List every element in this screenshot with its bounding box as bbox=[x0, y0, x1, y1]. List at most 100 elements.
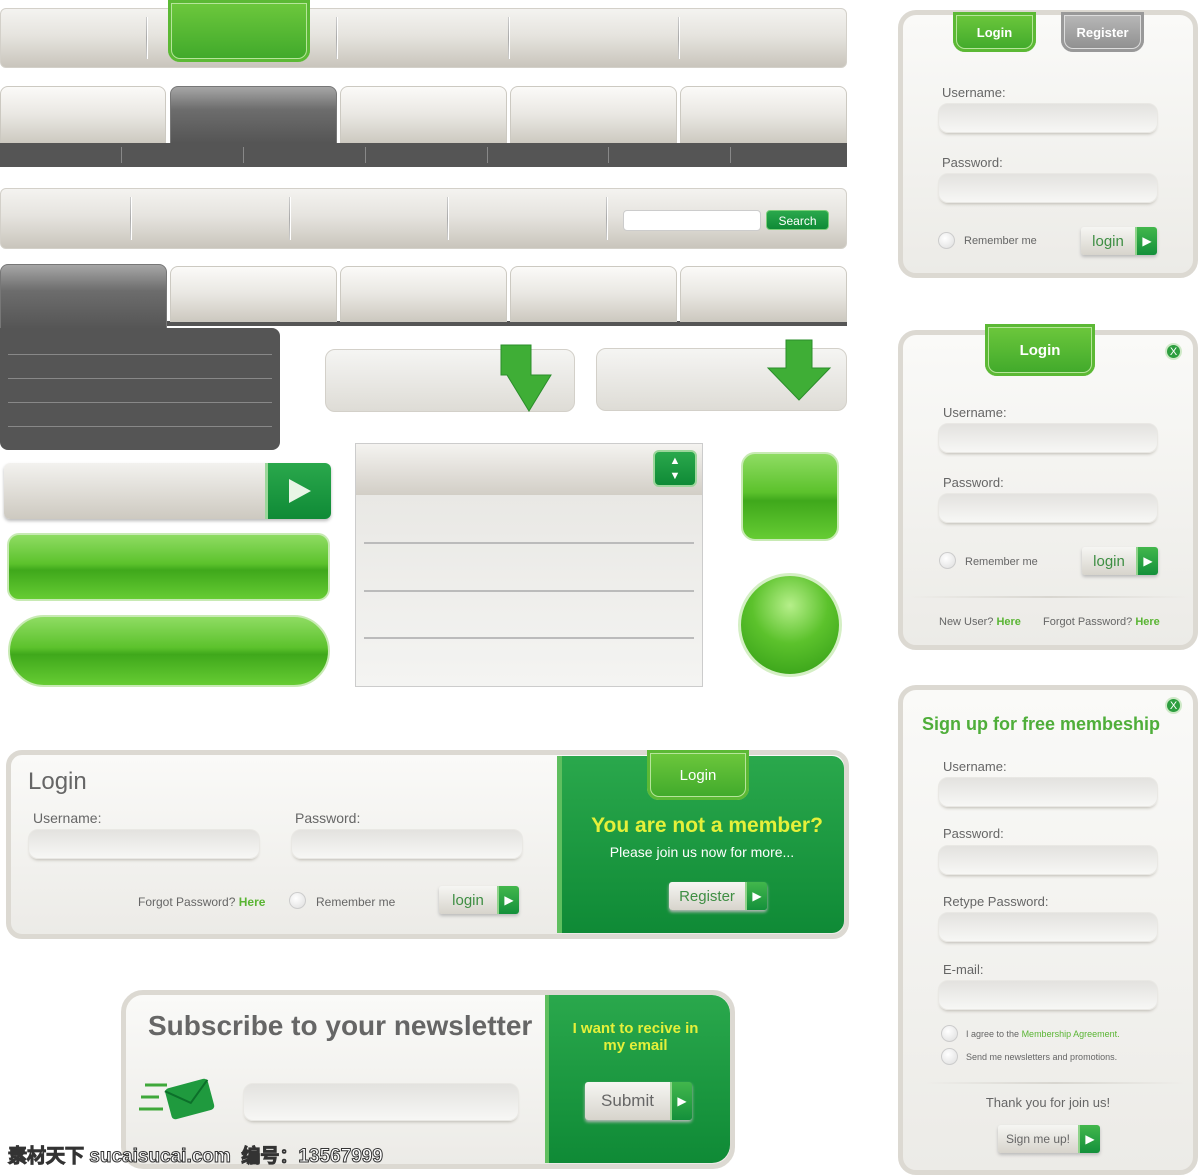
agree-label: I agree to the Membership Agreement. bbox=[966, 1029, 1120, 1039]
login-button[interactable]: login ▶ bbox=[1082, 547, 1158, 575]
select-option[interactable] bbox=[364, 542, 694, 544]
member-subtext: Please join us now for more... bbox=[609, 844, 795, 860]
dropdown-item[interactable] bbox=[8, 426, 272, 427]
retype-password-input[interactable] bbox=[938, 912, 1158, 942]
thanks-text: Thank you for join us! bbox=[985, 1095, 1111, 1110]
username-label: Username: bbox=[942, 85, 1006, 100]
select-option[interactable] bbox=[364, 590, 694, 592]
select-header[interactable] bbox=[356, 444, 702, 495]
email-label: E-mail: bbox=[943, 962, 984, 977]
new-user-link[interactable]: Here bbox=[996, 616, 1020, 628]
submit-button[interactable]: Submit ▶ bbox=[585, 1082, 692, 1120]
remember-label: Remember me bbox=[965, 556, 1038, 568]
newsletter-title: Subscribe to your newsletter bbox=[148, 1010, 533, 1041]
green-button-wide[interactable] bbox=[7, 533, 330, 601]
remember-label: Remember me bbox=[316, 895, 396, 909]
remember-radio[interactable] bbox=[938, 232, 955, 249]
register-button[interactable]: Register ▶ bbox=[669, 882, 767, 910]
login-panel bbox=[898, 330, 1198, 650]
password-input[interactable] bbox=[938, 845, 1158, 875]
newsletter-radio[interactable] bbox=[941, 1048, 958, 1065]
tab-login[interactable]: Login bbox=[953, 12, 1036, 52]
sign-up-button[interactable]: Sign me up! ▶ bbox=[998, 1125, 1100, 1153]
dropdown-item[interactable] bbox=[8, 354, 272, 355]
play-icon: ▶ bbox=[1078, 1125, 1100, 1153]
search-input[interactable] bbox=[623, 210, 761, 231]
tab-register[interactable]: Register bbox=[1061, 12, 1144, 52]
green-round-button[interactable] bbox=[738, 573, 842, 677]
password-input[interactable] bbox=[291, 829, 523, 859]
remember-radio[interactable] bbox=[289, 892, 306, 909]
green-square-button[interactable] bbox=[741, 452, 839, 541]
login-title: Login bbox=[28, 768, 87, 795]
tab-row4-3[interactable] bbox=[340, 266, 507, 322]
play-icon: ▶ bbox=[670, 1082, 692, 1120]
close-icon[interactable]: X bbox=[1165, 697, 1182, 714]
tab-5[interactable] bbox=[680, 86, 847, 144]
dropdown-item[interactable] bbox=[8, 378, 272, 379]
navbar-1 bbox=[0, 8, 847, 68]
tab-3[interactable] bbox=[340, 86, 507, 144]
username-label: Username: bbox=[33, 810, 102, 826]
divider bbox=[925, 1082, 1185, 1084]
forgot-password: Forgot Password? Here bbox=[138, 895, 265, 909]
close-icon[interactable]: X bbox=[1165, 343, 1182, 360]
email-input[interactable] bbox=[938, 980, 1158, 1010]
forgot-text: Forgot Password? bbox=[138, 895, 236, 909]
retype-password-label: Retype Password: bbox=[943, 894, 1049, 909]
forgot-password: Forgot Password? Here bbox=[1043, 616, 1160, 628]
password-label: Password: bbox=[943, 826, 1004, 841]
dropdown-item[interactable] bbox=[8, 402, 272, 403]
remember-label: Remember me bbox=[964, 235, 1037, 247]
remember-radio[interactable] bbox=[939, 552, 956, 569]
new-user: New User? Here bbox=[939, 616, 1021, 628]
forgot-link[interactable]: Here bbox=[1135, 616, 1159, 628]
username-input[interactable] bbox=[938, 423, 1158, 453]
play-icon bbox=[288, 479, 311, 503]
login-ribbon[interactable]: Login bbox=[647, 750, 749, 800]
login-ribbon: Login bbox=[985, 324, 1095, 376]
envelope-icon bbox=[139, 1078, 215, 1120]
play-icon: ▶ bbox=[1136, 547, 1158, 575]
login-button[interactable]: login ▶ bbox=[439, 886, 519, 914]
forgot-link[interactable]: Here bbox=[239, 895, 266, 909]
select-option[interactable] bbox=[364, 637, 694, 639]
select-spinner[interactable]: ▲ ▼ bbox=[653, 450, 697, 487]
username-input[interactable] bbox=[938, 103, 1158, 133]
subnav-bar bbox=[0, 143, 847, 167]
arrow-down-icon bbox=[500, 344, 552, 412]
tab-row4-4[interactable] bbox=[510, 266, 677, 322]
username-input[interactable] bbox=[938, 777, 1158, 807]
input-with-play[interactable] bbox=[4, 463, 331, 519]
navbar-1-active-tab[interactable] bbox=[168, 0, 310, 62]
watermark: 素材天下 sucaisucai.com 编号：13567999 bbox=[8, 1146, 384, 1168]
signup-title: Sign up for free membeship bbox=[922, 714, 1161, 734]
play-icon: ▶ bbox=[497, 886, 519, 914]
play-icon: ▶ bbox=[745, 882, 767, 910]
play-button[interactable] bbox=[265, 463, 331, 519]
agree-radio[interactable] bbox=[941, 1025, 958, 1042]
password-label: Password: bbox=[942, 155, 1003, 170]
search-button[interactable]: Search bbox=[766, 210, 829, 230]
newsletter-side-text: I want to recive in my email bbox=[572, 1020, 699, 1054]
tab-1[interactable] bbox=[0, 86, 166, 144]
divider bbox=[910, 596, 1188, 598]
play-icon: ▶ bbox=[1135, 227, 1157, 255]
username-input[interactable] bbox=[28, 829, 260, 859]
tab-row4-2[interactable] bbox=[170, 266, 337, 322]
select-list: ▲ ▼ bbox=[355, 443, 703, 687]
username-label: Username: bbox=[943, 405, 1007, 420]
tab-2-active[interactable] bbox=[170, 86, 337, 144]
login-button[interactable]: login ▶ bbox=[1081, 227, 1157, 255]
password-input[interactable] bbox=[938, 493, 1158, 523]
password-input[interactable] bbox=[938, 173, 1158, 203]
password-label: Password: bbox=[295, 810, 361, 826]
tab-4[interactable] bbox=[510, 86, 677, 144]
tab-row4-5[interactable] bbox=[680, 266, 847, 322]
newsletter-email-input[interactable] bbox=[243, 1083, 519, 1121]
tab-row4-active[interactable] bbox=[0, 264, 167, 330]
arrow-down-icon bbox=[766, 339, 832, 401]
member-headline: You are not a member? bbox=[591, 814, 823, 837]
membership-agreement-link[interactable]: Membership Agreement. bbox=[1022, 1029, 1120, 1039]
green-pill-button[interactable] bbox=[8, 615, 330, 687]
